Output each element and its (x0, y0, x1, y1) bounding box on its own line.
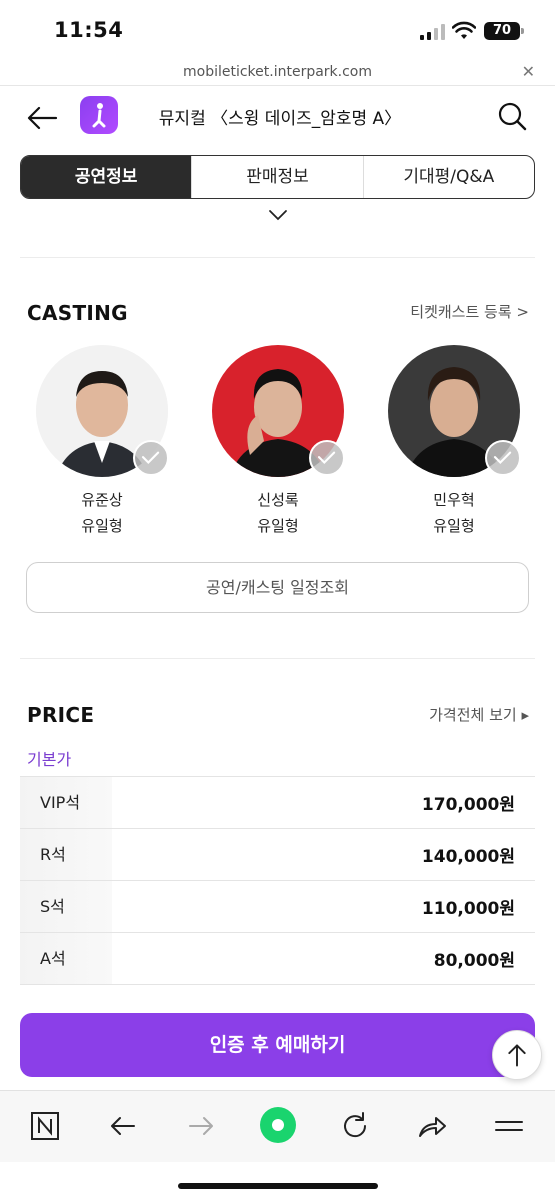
tab-sales-info[interactable]: 판매정보 (191, 156, 362, 198)
table-row: S석 110,000원 (20, 881, 535, 933)
cellular-signal-icon (420, 24, 446, 40)
price-table: VIP석 170,000원 R석 140,000원 S석 110,000원 A석… (20, 776, 535, 985)
search-icon[interactable] (496, 100, 528, 132)
actor-role: 유일형 (81, 517, 123, 535)
home-green-icon[interactable] (258, 1105, 298, 1145)
url-text: mobileticket.interpark.com (182, 64, 373, 80)
seat-grade: A석 (20, 933, 112, 984)
share-icon[interactable] (415, 1109, 449, 1143)
home-indicator (178, 1183, 378, 1189)
tab-bar: 공연정보 판매정보 기대평/Q&A (20, 155, 535, 199)
status-time: 11:54 (54, 18, 124, 42)
url-bar[interactable]: mobileticket.interpark.com ✕ (0, 58, 555, 86)
ticketcast-register-link[interactable]: 티켓캐스트 등록 > (410, 301, 529, 322)
naver-n-icon[interactable] (28, 1109, 62, 1143)
price-title: PRICE (27, 703, 95, 727)
check-icon[interactable] (485, 440, 521, 476)
refresh-icon[interactable] (338, 1109, 372, 1143)
seat-price: 80,000원 (433, 951, 515, 971)
table-row: VIP석 170,000원 (20, 777, 535, 829)
browser-toolbar (0, 1090, 555, 1162)
tab-performance-info[interactable]: 공연정보 (21, 156, 192, 198)
check-icon[interactable] (309, 440, 345, 476)
seat-grade: S석 (20, 881, 112, 932)
wifi-icon (452, 21, 476, 39)
actor-role: 유일형 (257, 517, 299, 535)
check-icon[interactable] (133, 440, 169, 476)
seat-price: 110,000원 (421, 899, 515, 919)
scroll-to-top-button[interactable] (492, 1030, 542, 1080)
view-all-prices-link[interactable]: 가격전체 보기 ▸ (429, 704, 529, 725)
page-title: 뮤지컬 〈스윙 데이즈_암호명 A〉 (158, 109, 402, 129)
divider (20, 257, 535, 258)
book-after-verification-button[interactable]: 인증 후 예매하기 (20, 1013, 535, 1077)
table-row: A석 80,000원 (20, 933, 535, 985)
casting-title: CASTING (27, 301, 128, 325)
seat-price: 170,000원 (421, 795, 515, 815)
actor-name: 유준상 (81, 491, 123, 509)
divider (20, 658, 535, 659)
seat-grade: R석 (20, 829, 112, 880)
status-bar: 11:54 70 (0, 0, 555, 58)
seat-grade: VIP석 (20, 777, 112, 828)
battery-icon: 70 (484, 22, 520, 40)
schedule-lookup-button[interactable]: 공연/캐스팅 일정조회 (26, 562, 529, 613)
seat-price: 140,000원 (421, 847, 515, 867)
base-price-label: 기본가 (27, 750, 72, 769)
back-arrow-icon[interactable] (106, 1109, 140, 1143)
forward-arrow-icon[interactable] (184, 1109, 218, 1143)
arrow-up-icon (508, 1044, 526, 1067)
table-row: R석 140,000원 (20, 829, 535, 881)
actor-name: 신성록 (257, 491, 299, 509)
arrow-left-icon[interactable] (24, 100, 60, 136)
chevron-down-icon[interactable] (268, 208, 288, 222)
actor-name: 민우혁 (433, 491, 475, 509)
interpark-logo[interactable] (80, 96, 118, 134)
actor-role: 유일형 (433, 517, 475, 535)
close-icon[interactable]: ✕ (522, 58, 535, 86)
menu-icon[interactable] (492, 1109, 526, 1143)
tab-reviews-qa[interactable]: 기대평/Q&A (362, 156, 534, 198)
battery-tip (521, 28, 524, 34)
logo-figure-icon (92, 103, 106, 128)
